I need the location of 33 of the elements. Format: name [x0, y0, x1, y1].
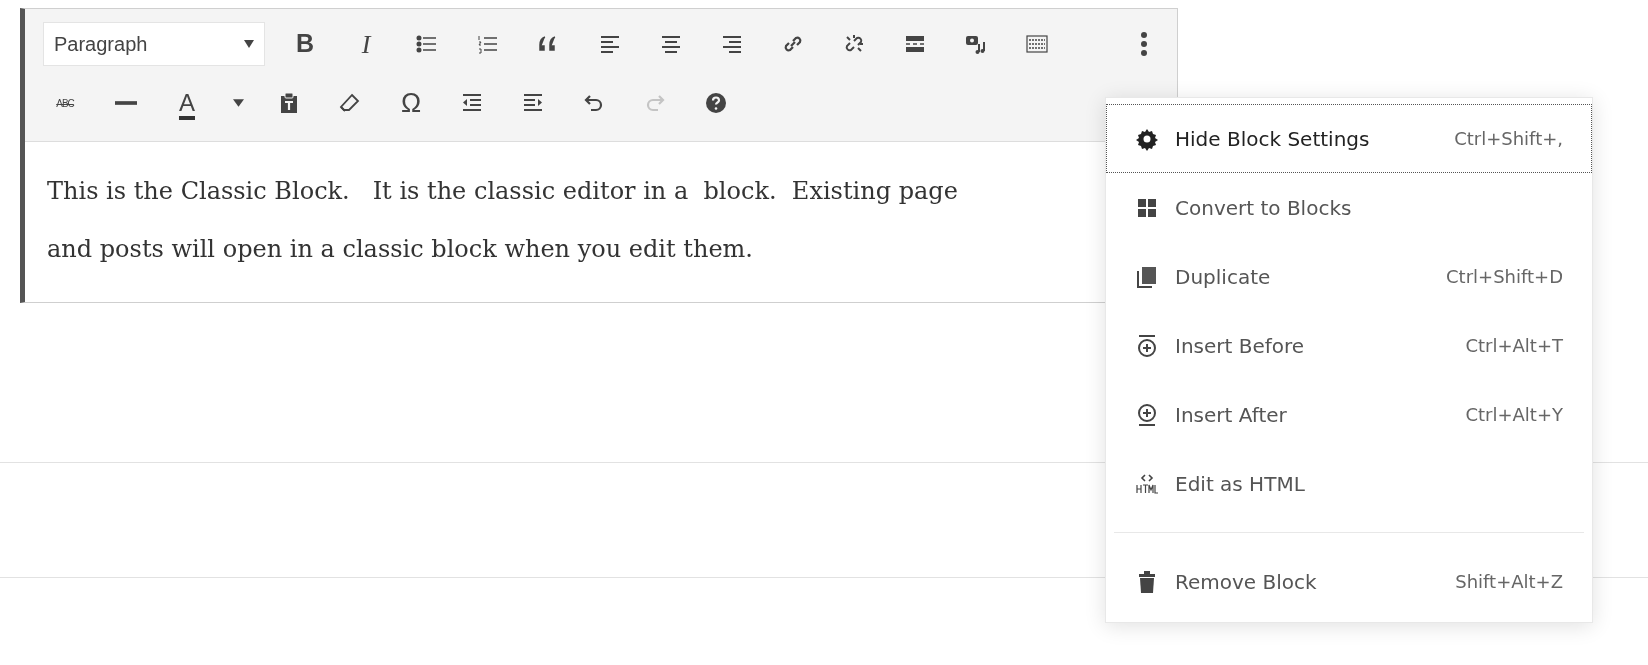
menu-item-label: Convert to Blocks: [1175, 194, 1353, 222]
kebab-icon: [1141, 32, 1147, 56]
menu-item-label: Remove Block: [1175, 568, 1318, 596]
text-color-button[interactable]: A: [165, 81, 209, 125]
caret-icon: [244, 40, 254, 48]
help-icon: [704, 91, 728, 115]
paragraph-line: This is the Classic Block. It is the classic editor in a block. Existing page: [47, 176, 958, 207]
shortcut-label: Ctrl+Shift+,: [1454, 127, 1563, 151]
menu-item[interactable]: Convert to Blocks: [1106, 173, 1592, 242]
horizontal-line-icon: [115, 101, 137, 105]
menu-item-label: Edit as HTML: [1175, 470, 1306, 498]
menu-item[interactable]: Insert After Ctrl+Alt+Y: [1106, 380, 1592, 449]
shortcut-label: Ctrl+Alt+Y: [1465, 403, 1563, 427]
caret-icon: [232, 99, 244, 107]
menu-item-label: Insert Before: [1175, 332, 1306, 360]
toolbar-toggle-icon: [1025, 32, 1049, 56]
menu-item[interactable]: Hide Block Settings Ctrl+Shift+,: [1106, 104, 1592, 173]
menu-item[interactable]: Remove Block Shift+Alt+Z: [1106, 547, 1592, 616]
special-character-button[interactable]: Ω: [389, 81, 433, 125]
shortcut-label: Ctrl+Alt+T: [1465, 334, 1563, 358]
format-dropdown[interactable]: Paragraph: [43, 22, 265, 66]
menu-item-label: Insert After: [1175, 401, 1288, 429]
menu-item-label: Hide Block Settings: [1175, 125, 1371, 153]
shortcut-label: Shift+Alt+Z: [1455, 570, 1563, 594]
menu-item[interactable]: Insert Before Ctrl+Alt+T: [1106, 311, 1592, 380]
strikethrough-button[interactable]: ABC: [43, 81, 87, 125]
shortcut-label: Ctrl+Shift+D: [1446, 265, 1563, 289]
menu-item-label: Duplicate: [1175, 263, 1272, 291]
paragraph-line: and posts will open in a classic block when you edit them.: [47, 234, 753, 265]
menu-item[interactable]: Edit as HTML: [1106, 449, 1592, 518]
bold-button[interactable]: B: [283, 22, 327, 66]
italic-button[interactable]: I: [344, 22, 388, 66]
menu-item[interactable]: Duplicate Ctrl+Shift+D: [1106, 242, 1592, 311]
